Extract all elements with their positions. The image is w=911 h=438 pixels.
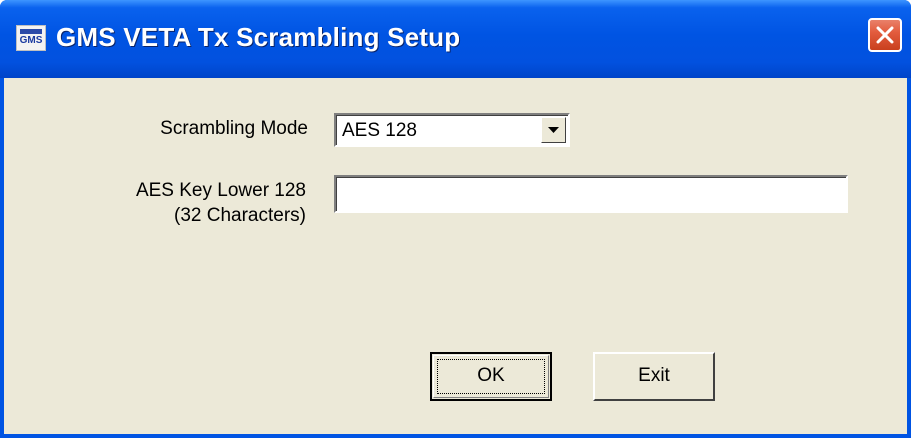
window-title: GMS VETA Tx Scrambling Setup bbox=[56, 22, 461, 52]
exit-button[interactable]: Exit bbox=[593, 352, 715, 401]
ok-button-label: OK bbox=[477, 365, 505, 386]
scrambling-mode-label: Scrambling Mode bbox=[160, 118, 308, 139]
scrambling-mode-value: AES 128 bbox=[342, 120, 417, 141]
ok-button[interactable]: OK bbox=[430, 352, 552, 401]
chevron-down-icon bbox=[548, 127, 559, 133]
dialog-window: GMS GMS VETA Tx Scrambling Setup Scrambl… bbox=[0, 0, 911, 438]
close-button[interactable] bbox=[868, 18, 902, 52]
dropdown-button[interactable] bbox=[541, 117, 566, 143]
aes-key-label-line1: AES Key Lower 128 bbox=[135, 180, 306, 201]
title-bar[interactable]: GMS GMS VETA Tx Scrambling Setup bbox=[0, 0, 911, 78]
aes-key-label: AES Key Lower 128 (32 Characters) bbox=[60, 178, 306, 228]
close-icon bbox=[876, 26, 894, 44]
window-frame-bottom bbox=[0, 434, 911, 438]
aes-key-input[interactable] bbox=[334, 175, 848, 213]
aes-key-label-line2: (32 Characters) bbox=[174, 205, 306, 226]
app-icon-text: GMS bbox=[19, 35, 43, 46]
app-icon-bar bbox=[20, 29, 42, 34]
app-icon: GMS bbox=[16, 25, 46, 51]
scrambling-mode-dropdown[interactable]: AES 128 bbox=[334, 113, 570, 147]
